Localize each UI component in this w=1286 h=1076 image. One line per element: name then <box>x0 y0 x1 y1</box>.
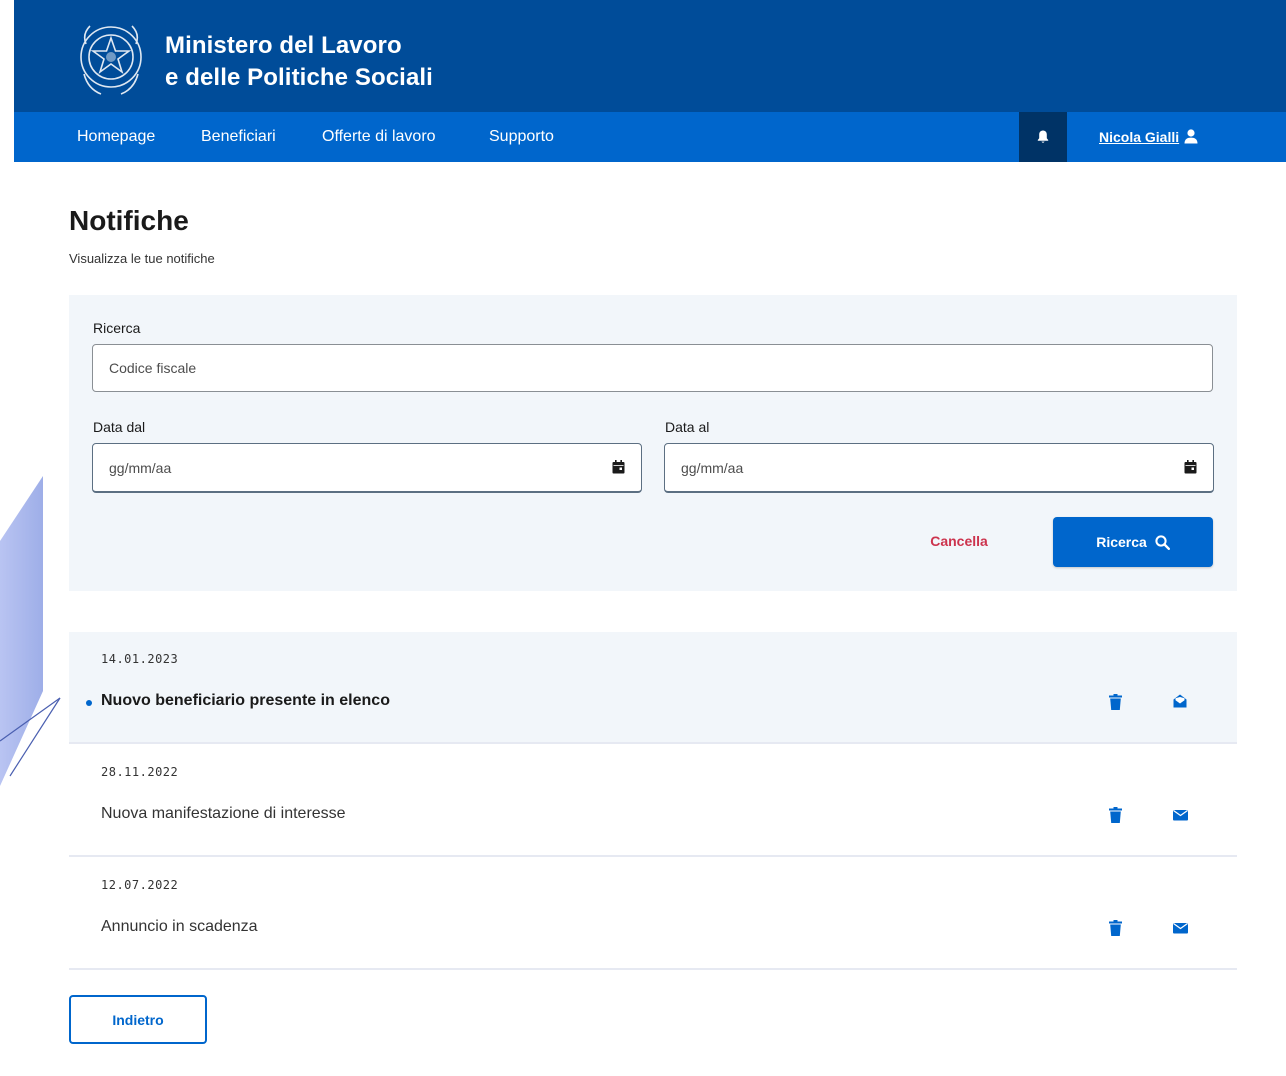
notification-item[interactable]: 28.11.2022 Nuova manifestazione di inter… <box>69 745 1237 857</box>
back-button[interactable]: Indietro <box>69 995 207 1044</box>
notification-date: 28.11.2022 <box>101 765 179 779</box>
notification-date: 12.07.2022 <box>101 878 179 892</box>
cancel-button[interactable]: Cancella <box>929 524 989 558</box>
user-icon[interactable] <box>1184 129 1198 144</box>
date-from-placeholder: gg/mm/aa <box>109 459 172 476</box>
user-name-link[interactable]: Nicola Gialli <box>1099 112 1179 162</box>
notification-date: 14.01.2023 <box>101 652 179 666</box>
ministry-name[interactable]: Ministero del Lavoro e delle Politiche S… <box>165 30 433 94</box>
search-panel: Ricerca Codice fiscale Data dal gg/mm/aa… <box>69 295 1237 591</box>
search-button-label: Ricerca <box>1096 534 1147 550</box>
notification-text[interactable]: Annuncio in scadenza <box>101 918 258 936</box>
envelope-open-icon[interactable] <box>1173 694 1187 708</box>
header-bar: Ministero del Lavoro e delle Politiche S… <box>14 0 1286 112</box>
envelope-icon[interactable] <box>1173 922 1188 934</box>
envelope-icon[interactable] <box>1173 809 1188 821</box>
calendar-icon[interactable] <box>1184 460 1197 474</box>
notifications-button[interactable] <box>1019 112 1067 162</box>
date-from-label: Data dal <box>93 419 146 435</box>
nav-item-supporto[interactable]: Supporto <box>489 112 554 162</box>
nav-item-beneficiari[interactable]: Beneficiari <box>201 112 276 162</box>
notification-item[interactable]: 12.07.2022 Annuncio in scadenza <box>69 858 1237 970</box>
trash-icon[interactable] <box>1109 694 1122 710</box>
page-title: Notifiche <box>69 205 189 236</box>
date-to-label: Data al <box>665 419 710 435</box>
notification-text[interactable]: Nuova manifestazione di interesse <box>101 805 346 823</box>
search-icon <box>1155 534 1170 550</box>
fiscal-code-input[interactable]: Codice fiscale <box>92 344 1213 392</box>
search-label: Ricerca <box>93 320 141 336</box>
emblem-icon <box>80 25 142 95</box>
search-button[interactable]: Ricerca <box>1053 517 1213 567</box>
trash-icon[interactable] <box>1109 920 1122 936</box>
date-to-placeholder: gg/mm/aa <box>681 459 744 476</box>
ministry-name-line2: e delle Politiche Sociali <box>165 64 433 91</box>
decorative-callout-shape <box>0 476 61 786</box>
ministry-name-line1: Ministero del Lavoro <box>165 32 402 59</box>
fiscal-code-placeholder: Codice fiscale <box>109 360 197 376</box>
nav-item-offerte-di-lavoro[interactable]: Offerte di lavoro <box>322 112 436 162</box>
nav-item-homepage[interactable]: Homepage <box>77 112 155 162</box>
trash-icon[interactable] <box>1109 807 1122 823</box>
page-subtitle: Visualizza le tue notifiche <box>69 251 215 266</box>
calendar-icon[interactable] <box>612 460 625 474</box>
notification-item[interactable]: 14.01.2023 Nuovo beneficiario presente i… <box>69 632 1237 744</box>
bell-icon <box>1037 130 1049 143</box>
notification-text[interactable]: Nuovo beneficiario presente in elenco <box>101 692 390 710</box>
date-from-input[interactable]: gg/mm/aa <box>92 443 642 493</box>
main-nav: Homepage Beneficiari Offerte di lavoro S… <box>14 112 1286 162</box>
date-to-input[interactable]: gg/mm/aa <box>664 443 1214 493</box>
unread-dot <box>86 700 92 706</box>
